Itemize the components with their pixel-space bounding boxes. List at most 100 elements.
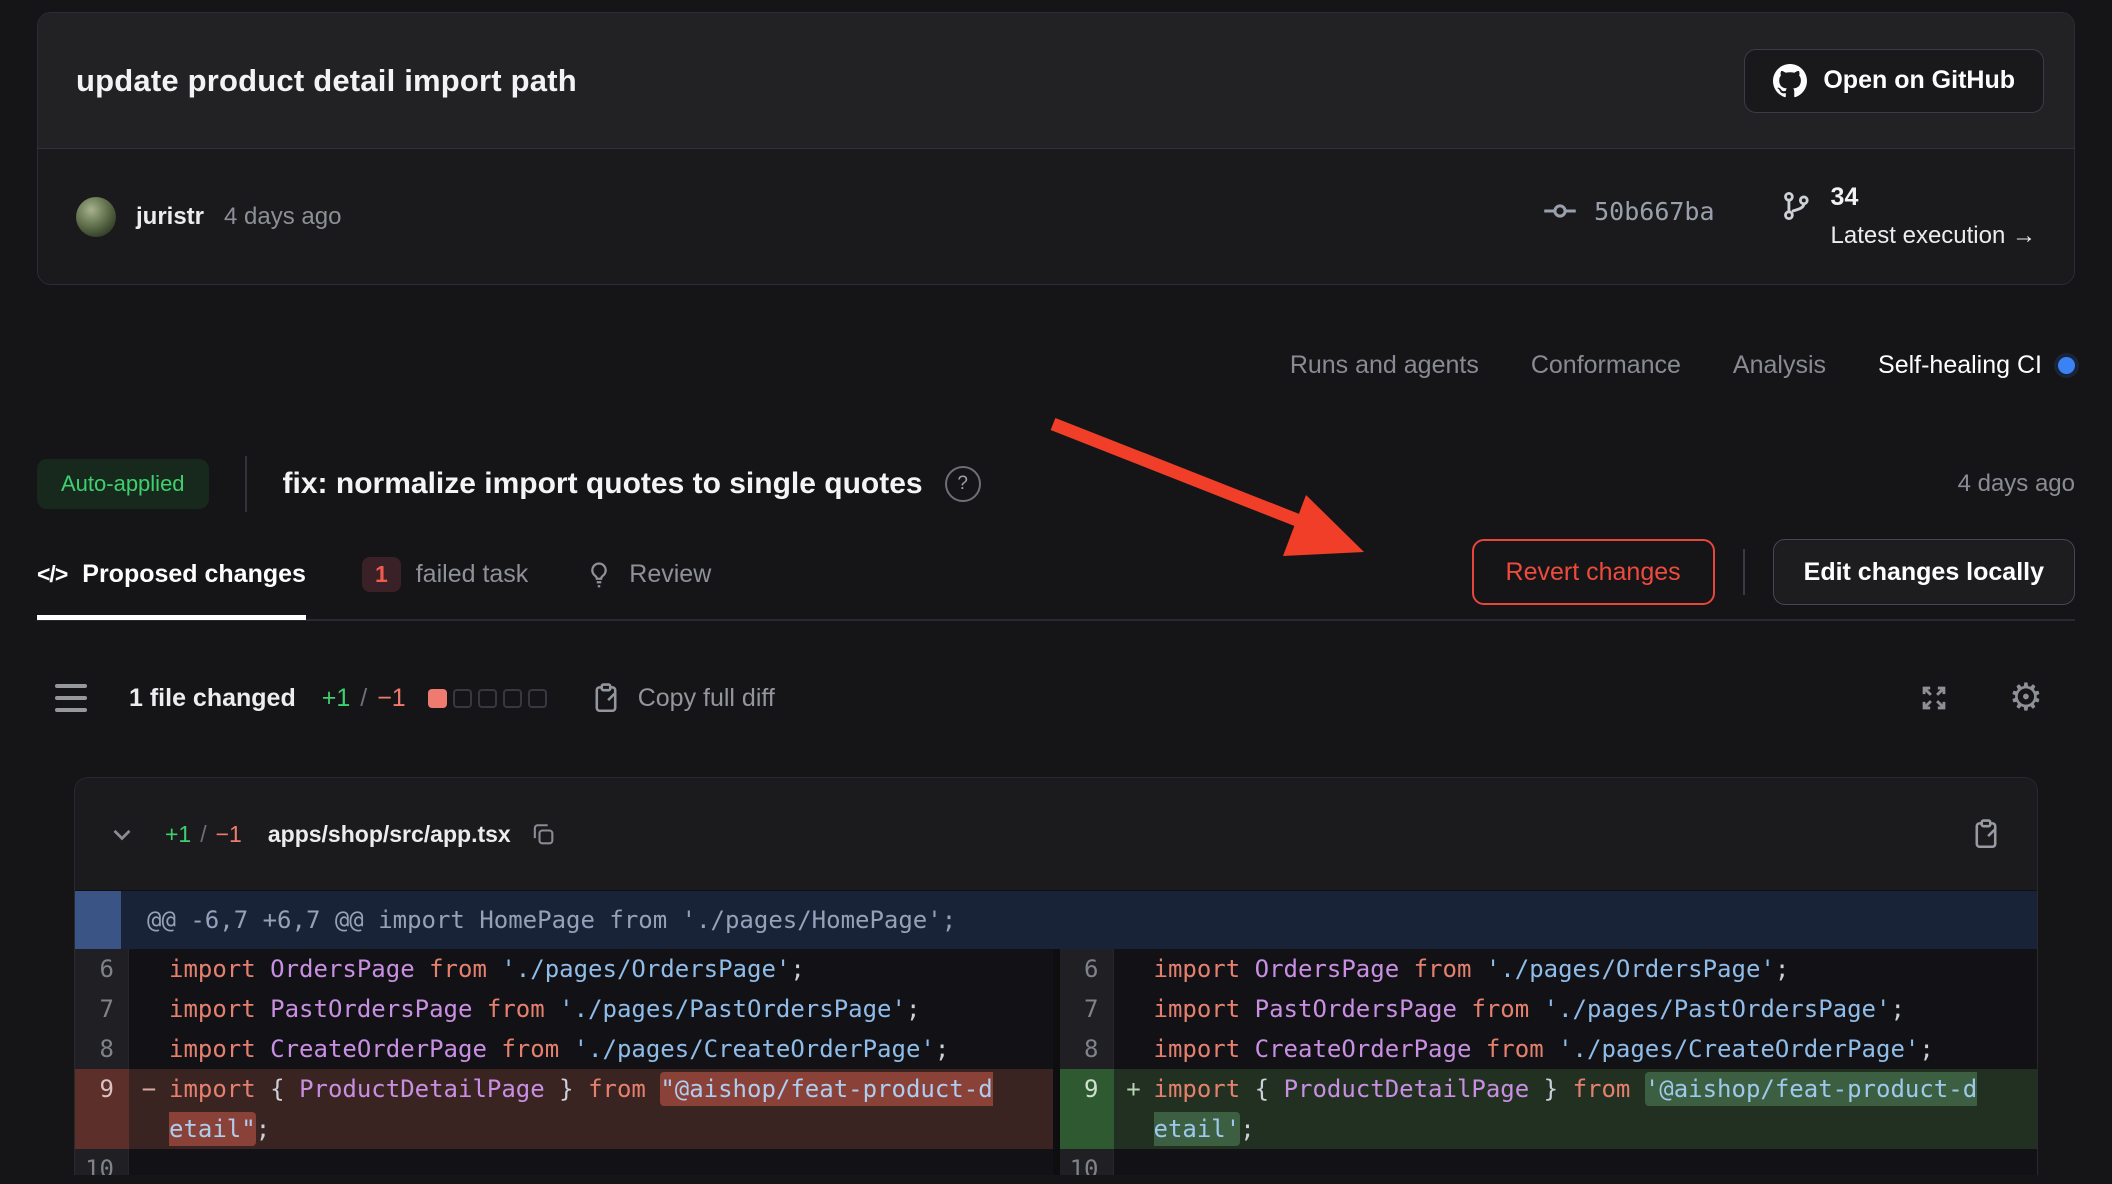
- copy-full-diff-button[interactable]: Copy full diff: [589, 681, 775, 715]
- diff-marker: −: [129, 1069, 169, 1149]
- open-on-github-button[interactable]: Open on GitHub: [1744, 49, 2044, 113]
- nav-item-self-healing-ci[interactable]: Self-healing CI: [1878, 351, 2075, 380]
- copy-full-diff-label: Copy full diff: [638, 684, 775, 713]
- tab-failed-task[interactable]: 1 failed task: [362, 534, 528, 620]
- diff-marker: [1114, 989, 1154, 1029]
- tab-bar: </> Proposed changes 1 failed task Revie…: [37, 533, 2075, 621]
- open-on-github-label: Open on GitHub: [1823, 66, 2015, 95]
- diff-stat-block: [503, 689, 522, 708]
- tab-label: Proposed changes: [82, 560, 306, 589]
- nav-item-analysis[interactable]: Analysis: [1733, 351, 1826, 380]
- code-line: [169, 1149, 1053, 1175]
- github-icon: [1773, 64, 1807, 98]
- nav-item-label: Self-healing CI: [1878, 351, 2042, 380]
- diff-row: 9+import { ProductDetailPage } from '@ai…: [1060, 1069, 2038, 1149]
- git-branch-icon: [1779, 189, 1813, 250]
- diff-file-card: +1 / −1 apps/shop/src/app.tsx @@ -6,7 +6…: [74, 777, 2038, 1175]
- commit-link[interactable]: 50b667ba: [1542, 193, 1714, 229]
- latest-execution-link[interactable]: Latest execution →: [1831, 222, 2036, 250]
- execution-count: 34: [1831, 183, 2036, 212]
- copy-file-diff-icon[interactable]: [1969, 817, 2003, 851]
- diff-row: 8 import CreateOrderPage from './pages/Cr…: [75, 1029, 1053, 1069]
- code-icon: </>: [37, 561, 67, 588]
- line-number: 8: [1060, 1029, 1114, 1069]
- hunk-header: @@ -6,7 +6,7 @@ import HomePage from './…: [75, 890, 2037, 949]
- files-changed-label: 1 file changed: [129, 684, 296, 713]
- diff-marker: [129, 949, 169, 989]
- diff-stat-block: [478, 689, 497, 708]
- line-number: 7: [75, 989, 129, 1029]
- diff-row: 10: [75, 1149, 1053, 1175]
- nav-item-runs-and-agents[interactable]: Runs and agents: [1290, 351, 1479, 380]
- edit-changes-locally-button[interactable]: Edit changes locally: [1773, 539, 2075, 605]
- code-line: import CreateOrderPage from './pages/Cre…: [169, 1029, 1053, 1069]
- diff-marker: [129, 1029, 169, 1069]
- diff-marker: [129, 989, 169, 1029]
- diff-row: 8 import CreateOrderPage from './pages/Cr…: [1060, 1029, 2038, 1069]
- commit-hash: 50b667ba: [1594, 197, 1714, 226]
- author-name: juristr: [136, 203, 204, 231]
- line-number: 7: [1060, 989, 1114, 1029]
- diff-row: 6 import OrdersPage from './pages/OrdersP…: [75, 949, 1053, 989]
- fix-time: 4 days ago: [1958, 470, 2075, 498]
- tab-label: failed task: [416, 560, 529, 589]
- gear-icon[interactable]: ⚙: [2009, 679, 2043, 717]
- fix-title: fix: normalize import quotes to single q…: [283, 467, 923, 501]
- diff-stat-block: [428, 689, 447, 708]
- git-commit-icon: [1542, 193, 1578, 229]
- revert-changes-button[interactable]: Revert changes: [1472, 539, 1715, 605]
- chevron-down-icon[interactable]: [107, 819, 137, 849]
- diff-row: 10: [1060, 1149, 2038, 1175]
- code-line: import CreateOrderPage from './pages/Cre…: [1154, 1029, 2038, 1069]
- divider: [1743, 549, 1745, 595]
- diff-stat-block: [528, 689, 547, 708]
- commit-card: update product detail import path Open o…: [37, 12, 2075, 285]
- diff-marker: +: [1114, 1069, 1154, 1149]
- avatar: [76, 197, 116, 237]
- line-number: 6: [75, 949, 129, 989]
- expand-icon[interactable]: [1917, 681, 1951, 715]
- deletions-count: −1: [377, 684, 406, 713]
- diff-row: 7 import PastOrdersPage from './pages/Pas…: [75, 989, 1053, 1029]
- code-line: import OrdersPage from './pages/OrdersPa…: [1154, 949, 2038, 989]
- clipboard-icon: [589, 681, 623, 715]
- code-line: import PastOrdersPage from './pages/Past…: [169, 989, 1053, 1029]
- line-number: 10: [1060, 1149, 1114, 1175]
- lightbulb-icon: [584, 560, 614, 590]
- file-deletions: −1: [216, 821, 242, 848]
- tab-proposed-changes[interactable]: </> Proposed changes: [37, 534, 306, 620]
- diff-marker: [129, 1149, 169, 1175]
- diff-pane-old: 6 import OrdersPage from './pages/OrdersP…: [75, 949, 1053, 1175]
- fix-header: Auto-applied fix: normalize import quote…: [37, 455, 2075, 513]
- help-icon[interactable]: ?: [945, 466, 981, 502]
- code-line: import { ProductDetailPage } from '@aish…: [1154, 1069, 2038, 1149]
- diff-pane-new: 6 import OrdersPage from './pages/OrdersP…: [1053, 949, 2038, 1175]
- diff-row: 7 import PastOrdersPage from './pages/Pas…: [1060, 989, 2038, 1029]
- diff-toolbar: 1 file changed +1 / −1 Copy full diff ⚙: [37, 669, 2075, 727]
- divider: [245, 456, 247, 512]
- diff-marker: [1114, 1029, 1154, 1069]
- code-line: import OrdersPage from './pages/OrdersPa…: [169, 949, 1053, 989]
- diff-row: 9−import { ProductDetailPage } from "@ai…: [75, 1069, 1053, 1149]
- stat-separator: /: [200, 821, 206, 848]
- line-number: 8: [75, 1029, 129, 1069]
- file-additions: +1: [165, 821, 191, 848]
- author-time: 4 days ago: [224, 203, 341, 231]
- file-list-menu-icon[interactable]: [55, 684, 87, 712]
- status-badge: Auto-applied: [37, 459, 209, 509]
- stat-separator: /: [360, 684, 367, 713]
- line-number: 9: [1060, 1069, 1114, 1149]
- diff-marker: [1114, 949, 1154, 989]
- code-line: import { ProductDetailPage } from "@aish…: [169, 1069, 1053, 1149]
- copy-path-icon[interactable]: [529, 820, 557, 848]
- diff-row: 6 import OrdersPage from './pages/OrdersP…: [1060, 949, 2038, 989]
- notification-dot: [2058, 357, 2075, 374]
- hunk-gutter: [75, 891, 121, 949]
- code-line: import PastOrdersPage from './pages/Past…: [1154, 989, 2038, 1029]
- tab-review[interactable]: Review: [584, 534, 711, 620]
- line-number: 6: [1060, 949, 1114, 989]
- nav-item-conformance[interactable]: Conformance: [1531, 351, 1681, 380]
- tab-label: Review: [629, 560, 711, 589]
- diff-marker: [1114, 1149, 1154, 1175]
- additions-count: +1: [322, 684, 351, 713]
